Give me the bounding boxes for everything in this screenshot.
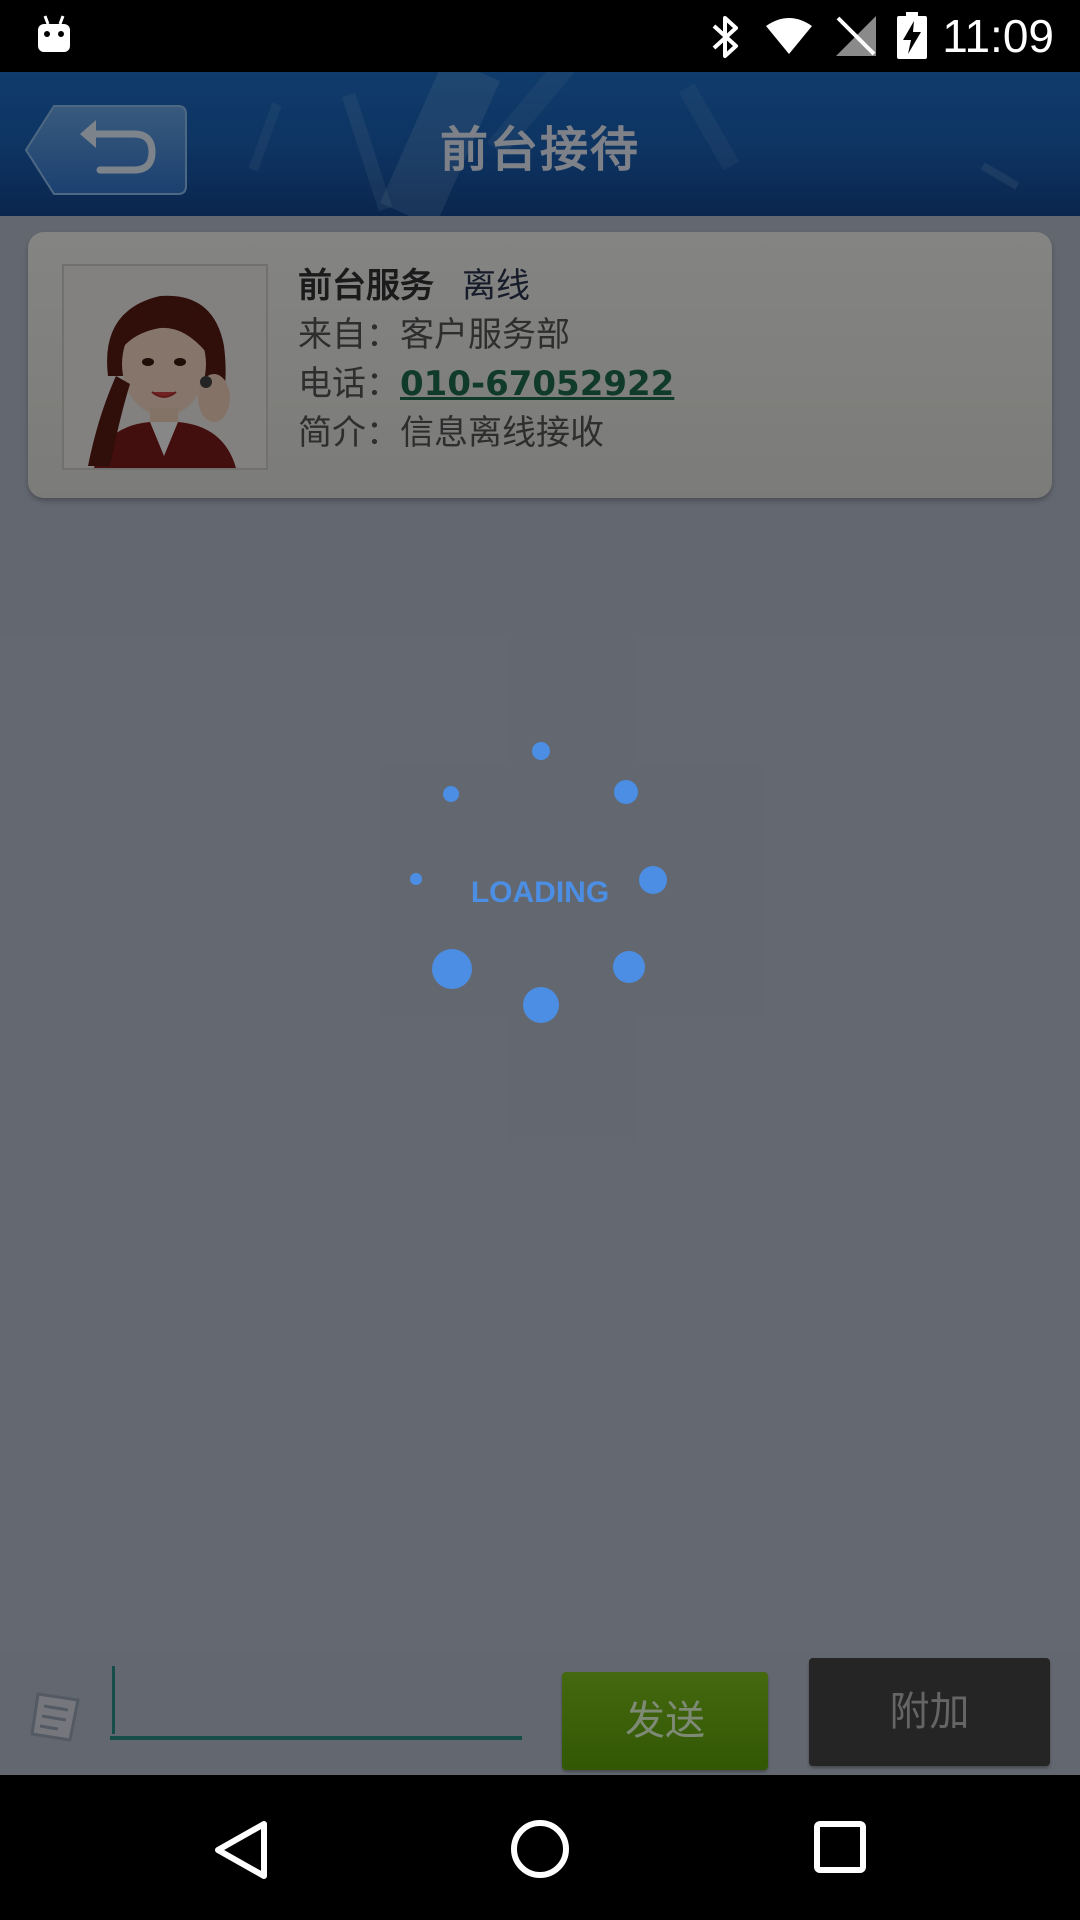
android-debug-icon xyxy=(36,14,72,58)
bluetooth-icon xyxy=(708,14,742,64)
loading-spinner: LOADING xyxy=(390,742,690,1044)
spinner-dot xyxy=(443,786,459,802)
loading-label: LOADING xyxy=(470,876,610,909)
battery-charging-icon xyxy=(896,12,928,64)
nav-back-icon[interactable] xyxy=(212,1819,270,1885)
nav-home-icon[interactable] xyxy=(508,1817,572,1885)
spinner-dot xyxy=(532,742,550,760)
status-bar: 11:09 xyxy=(0,0,1080,72)
spinner-dot xyxy=(523,987,559,1023)
screen: 11:09 前台接待 前台服务 离线 来自：客户服务部 电话：010-67052… xyxy=(0,0,1080,1920)
navigation-bar xyxy=(0,1775,1080,1920)
spinner-dot xyxy=(432,949,472,989)
spinner-dot xyxy=(613,951,645,983)
status-time: 11:09 xyxy=(942,10,1054,62)
nav-recents-icon[interactable] xyxy=(812,1819,868,1879)
signal-icon xyxy=(834,14,878,62)
wifi-icon xyxy=(764,16,814,60)
app-content: 前台接待 前台服务 离线 来自：客户服务部 电话：010-67052922 简介… xyxy=(0,72,1080,1775)
spinner-dot xyxy=(614,780,638,804)
